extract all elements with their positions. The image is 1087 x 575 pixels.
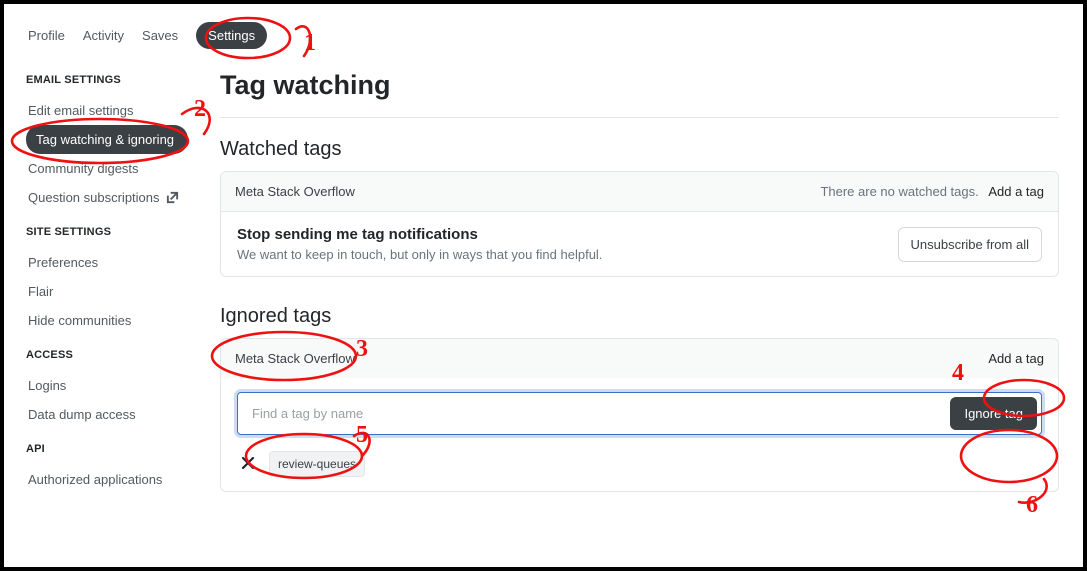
nav-community-digests[interactable]: Community digests (26, 154, 206, 183)
stop-notifications-title: Stop sending me tag notifications (237, 226, 602, 243)
stop-notifications-desc: We want to keep in touch, but only in wa… (237, 247, 602, 262)
external-link-icon (166, 191, 179, 204)
watched-card-body: Stop sending me tag notifications We wan… (221, 212, 1058, 276)
ignored-card-header: Meta Stack Overflow Add a tag (220, 338, 1059, 378)
nav-data-dump[interactable]: Data dump access (26, 400, 206, 429)
nav-hide-communities[interactable]: Hide communities (26, 306, 206, 335)
nav-question-subscriptions-label: Question subscriptions (28, 190, 160, 205)
remove-tag-icon[interactable] (237, 454, 259, 475)
nav-logins[interactable]: Logins (26, 371, 206, 400)
tab-activity[interactable]: Activity (83, 28, 124, 43)
watched-empty-msg: There are no watched tags. (820, 184, 978, 199)
page-title: Tag watching (220, 70, 1059, 101)
stop-notifications-block: Stop sending me tag notifications We wan… (237, 226, 602, 262)
ignored-site-name: Meta Stack Overflow (235, 351, 355, 366)
main-content: Tag watching Watched tags Meta Stack Ove… (214, 14, 1083, 567)
ignored-tags-heading: Ignored tags (220, 305, 1059, 328)
tag-input-row: Ignore tag (237, 392, 1042, 435)
nav-tag-watching[interactable]: Tag watching & ignoring (26, 125, 188, 154)
ignored-add-tag-link[interactable]: Add a tag (988, 351, 1044, 366)
nav-authorized-apps[interactable]: Authorized applications (26, 465, 206, 494)
ignore-tag-button[interactable]: Ignore tag (950, 397, 1037, 430)
nav-edit-email[interactable]: Edit email settings (26, 96, 206, 125)
watched-card-header: Meta Stack Overflow There are no watched… (221, 172, 1058, 212)
watched-tags-card: Meta Stack Overflow There are no watched… (220, 171, 1059, 277)
unsubscribe-all-button[interactable]: Unsubscribe from all (898, 227, 1043, 262)
tab-saves[interactable]: Saves (142, 28, 178, 43)
ignored-tag-chip[interactable]: review-queues (269, 451, 365, 477)
watched-header-right: There are no watched tags. Add a tag (820, 184, 1044, 199)
nav-heading-access: ACCESS (26, 349, 206, 361)
top-tabs: Profile Activity Saves Settings (28, 22, 267, 49)
nav-preferences[interactable]: Preferences (26, 248, 206, 277)
ignored-card-body: Ignore tag review-queues (220, 378, 1059, 492)
tab-profile[interactable]: Profile (28, 28, 65, 43)
tag-search-input[interactable] (242, 397, 940, 430)
divider (220, 117, 1059, 118)
ignored-tags-card: Meta Stack Overflow Add a tag Ignore tag… (220, 338, 1059, 492)
ignored-tag-row: review-queues (237, 451, 1042, 477)
sidebar: EMAIL SETTINGS Edit email settings Tag w… (4, 14, 214, 567)
tab-settings[interactable]: Settings (196, 22, 267, 49)
nav-heading-site: SITE SETTINGS (26, 226, 206, 238)
watched-site-name: Meta Stack Overflow (235, 184, 355, 199)
watched-tags-heading: Watched tags (220, 138, 1059, 161)
nav-heading-api: API (26, 443, 206, 455)
nav-heading-email: EMAIL SETTINGS (26, 74, 206, 86)
nav-flair[interactable]: Flair (26, 277, 206, 306)
watched-add-tag-link[interactable]: Add a tag (988, 184, 1044, 199)
nav-question-subscriptions[interactable]: Question subscriptions (26, 183, 206, 212)
